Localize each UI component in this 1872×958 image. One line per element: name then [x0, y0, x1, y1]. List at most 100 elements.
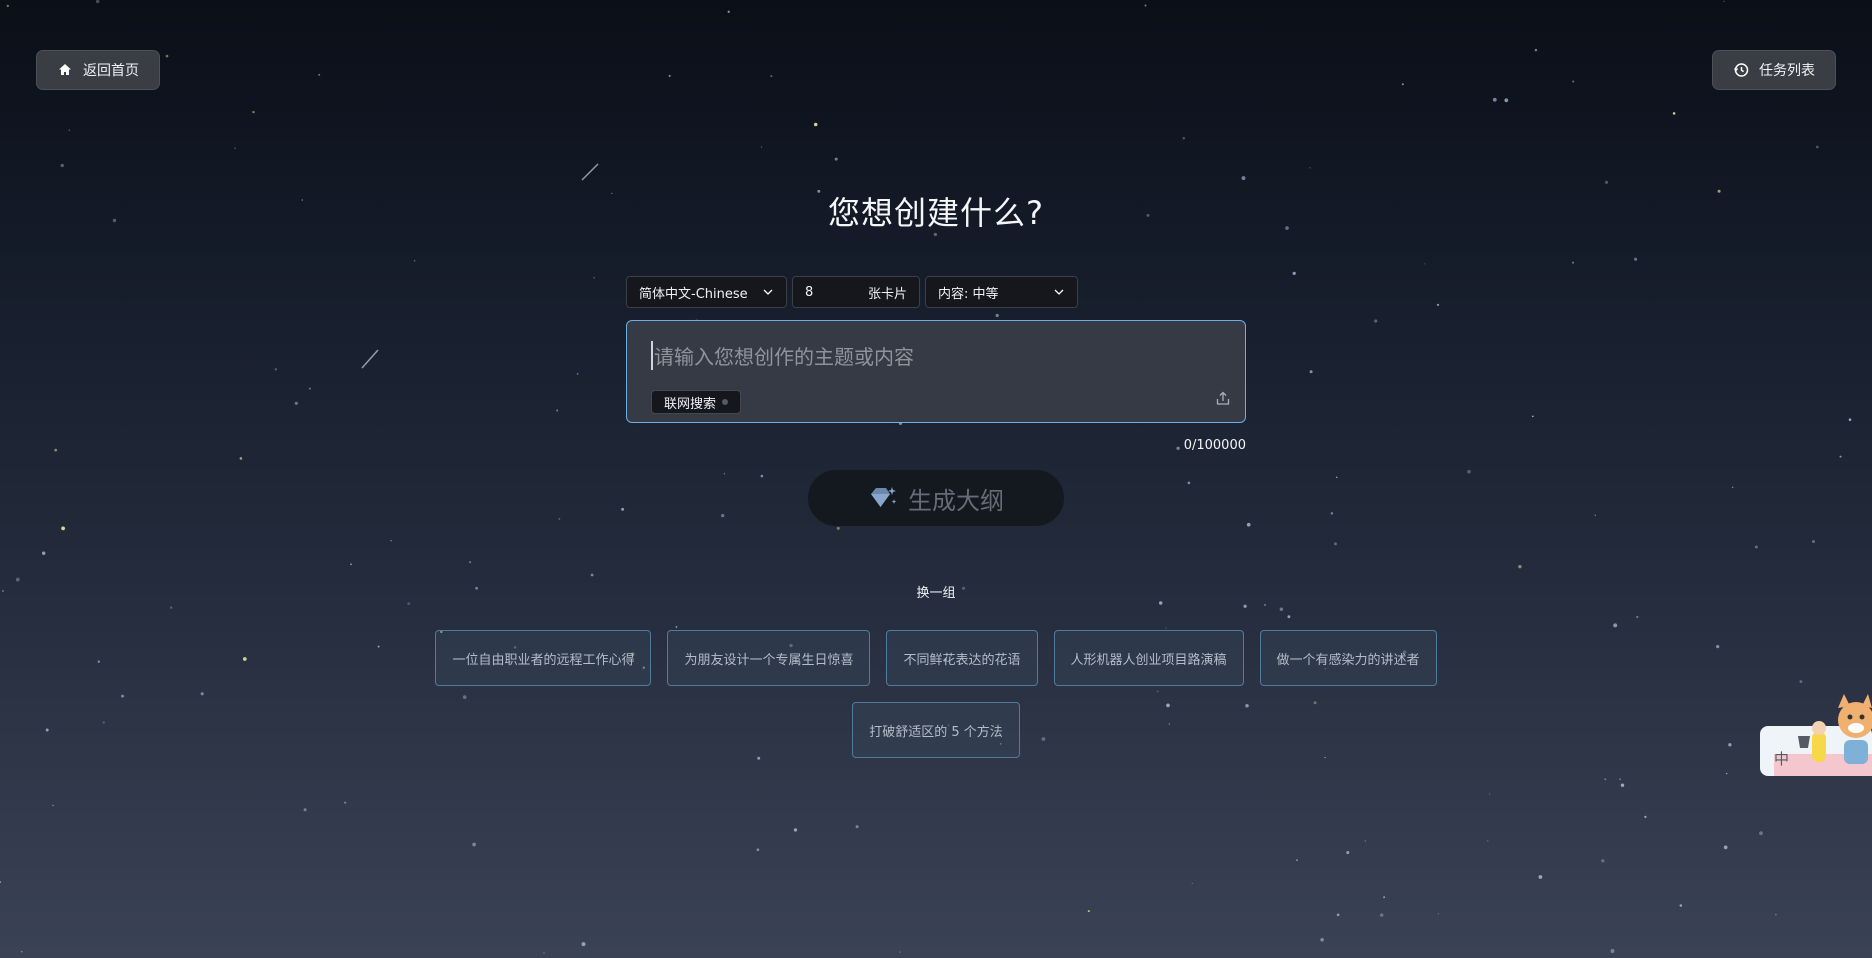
star: [350, 563, 352, 566]
star: [1380, 913, 1384, 917]
star: [1165, 627, 1167, 629]
star: [1333, 542, 1338, 546]
star: [472, 842, 476, 847]
star: [1309, 167, 1311, 169]
star: [1243, 604, 1247, 608]
suggestion-chip[interactable]: 做一个有感染力的讲述者: [1259, 630, 1437, 686]
suggestion-chip[interactable]: 为朋友设计一个专属生日惊喜: [667, 630, 871, 686]
star: [413, 260, 416, 262]
content-level-select[interactable]: 内容: 中等: [925, 276, 1078, 308]
star: [1364, 840, 1366, 842]
star: [318, 73, 321, 76]
star: [1613, 623, 1618, 628]
star: [1279, 607, 1284, 611]
star: [1619, 778, 1621, 781]
star: [1754, 545, 1758, 549]
star: [1538, 875, 1543, 879]
generate-outline-button[interactable]: 生成大纲: [808, 470, 1064, 526]
star: [1241, 176, 1246, 181]
star: [274, 368, 278, 371]
star: [1731, 486, 1734, 489]
task-list-button[interactable]: 任务列表: [1712, 50, 1836, 90]
star: [1191, 882, 1193, 885]
star: [308, 387, 311, 390]
star: [590, 573, 594, 577]
star: [1383, 896, 1386, 899]
star: [1158, 601, 1163, 605]
mascot-widget[interactable]: 中: [1760, 690, 1872, 780]
star: [1144, 4, 1147, 7]
page-title: 您想创建什么?: [828, 194, 1044, 232]
upload-icon[interactable]: [1215, 390, 1231, 406]
back-home-label: 返回首页: [83, 63, 139, 79]
sparkle-diamond-icon: [871, 487, 897, 507]
task-list-label: 任务列表: [1759, 63, 1815, 79]
star: [1604, 778, 1607, 781]
star: [0, 881, 2, 884]
star: [721, 513, 725, 518]
star: [1534, 48, 1538, 52]
star: [54, 448, 58, 452]
suggestion-chip[interactable]: 打破舒适区的 5 个方法: [852, 702, 1020, 758]
star: [15, 577, 20, 582]
web-search-toggle[interactable]: 联网搜索: [651, 390, 742, 414]
star: [344, 801, 347, 804]
star: [1679, 904, 1683, 907]
star: [668, 74, 671, 77]
star: [1723, 0, 1725, 3]
star: [1644, 815, 1647, 819]
star: [1594, 514, 1596, 516]
star: [760, 146, 763, 148]
suggestion-chip[interactable]: 人形机器人创业项目路演稿: [1053, 630, 1244, 686]
generate-outline-label: 生成大纲: [908, 486, 1004, 515]
shooting-star: [581, 163, 599, 181]
refresh-suggestions-button[interactable]: 换一组: [0, 582, 1872, 601]
star: [898, 951, 901, 953]
star: [1504, 98, 1509, 103]
star: [1486, 839, 1489, 842]
topic-input[interactable]: 请输入您想创作的主题或内容 联网搜索: [626, 320, 1246, 423]
mascot-badge-text: 中: [1774, 750, 1789, 768]
star: [1246, 522, 1251, 527]
star: [1287, 615, 1291, 619]
suggestion-chip[interactable]: 不同鲜花表达的花语: [886, 630, 1038, 686]
card-count-input[interactable]: 8 张卡片: [792, 276, 920, 308]
star: [1401, 83, 1404, 86]
star: [1336, 913, 1340, 917]
history-icon: [1733, 63, 1749, 77]
star: [469, 561, 472, 564]
star: [581, 942, 586, 947]
refresh-label: 换一组: [916, 586, 956, 601]
language-select[interactable]: 简体中文-Chinese: [626, 276, 787, 308]
star: [1374, 319, 1378, 323]
star: [834, 157, 838, 161]
star: [1292, 271, 1296, 275]
star: [1187, 481, 1191, 485]
back-home-button[interactable]: 返回首页: [36, 50, 160, 90]
card-count-value: 8: [805, 284, 814, 300]
star: [61, 526, 65, 531]
star: [41, 551, 46, 556]
star: [1620, 783, 1625, 788]
content-level-value: 内容: 中等: [938, 286, 999, 302]
star: [760, 474, 764, 478]
card-count-unit: 张卡片: [867, 286, 907, 302]
star: [1492, 97, 1497, 102]
web-search-label: 联网搜索: [664, 396, 717, 412]
star: [200, 692, 204, 696]
star: [1437, 913, 1440, 915]
star: [1264, 604, 1266, 606]
star: [1725, 772, 1728, 775]
star: [252, 110, 255, 114]
star: [1610, 949, 1615, 953]
suggestion-chip[interactable]: 一位自由职业者的远程工作心得: [435, 630, 652, 686]
star: [242, 657, 247, 661]
star: [770, 75, 773, 78]
star: [20, 950, 23, 953]
chevron-down-icon: [763, 289, 773, 295]
star: [97, 660, 100, 663]
star: [294, 401, 298, 405]
star: [95, 0, 100, 4]
star: [995, 313, 999, 318]
star: [1728, 743, 1732, 747]
